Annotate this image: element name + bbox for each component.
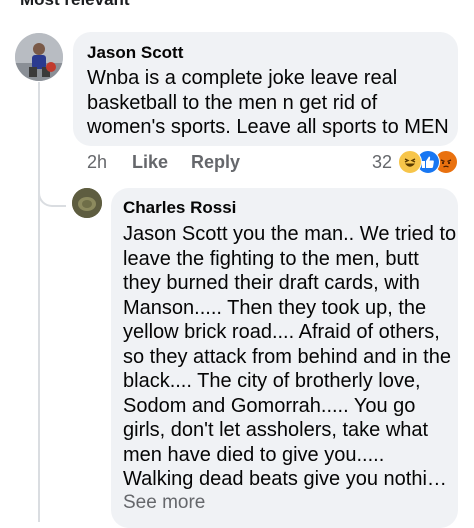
haha-icon: [398, 150, 422, 174]
reply-author[interactable]: Charles Rossi: [123, 198, 236, 218]
reply-bubble: Charles Rossi Jason Scott you the man.. …: [111, 188, 458, 528]
reply-branch-line: [38, 185, 66, 207]
like-button[interactable]: Like: [132, 152, 168, 173]
comment-text: Wnba is a complete joke leave real baske…: [87, 67, 449, 138]
reply-text: Jason Scott you the man.. We tried to le…: [123, 223, 457, 490]
avatar-jason-scott[interactable]: [15, 33, 63, 81]
reply-button[interactable]: Reply: [191, 152, 240, 173]
see-more-link[interactable]: See more: [123, 492, 205, 514]
thread-line: [38, 82, 40, 522]
avatar-charles-rossi[interactable]: [72, 188, 102, 218]
comment-bubble: Jason Scott Wnba is a complete joke leav…: [73, 32, 458, 146]
reaction-count[interactable]: 32: [372, 152, 392, 173]
sort-label-fragment: Most relevant: [20, 0, 130, 10]
comment-author[interactable]: Jason Scott: [87, 43, 183, 63]
comment-timestamp[interactable]: 2h: [87, 152, 107, 173]
reaction-icons[interactable]: [398, 150, 462, 174]
